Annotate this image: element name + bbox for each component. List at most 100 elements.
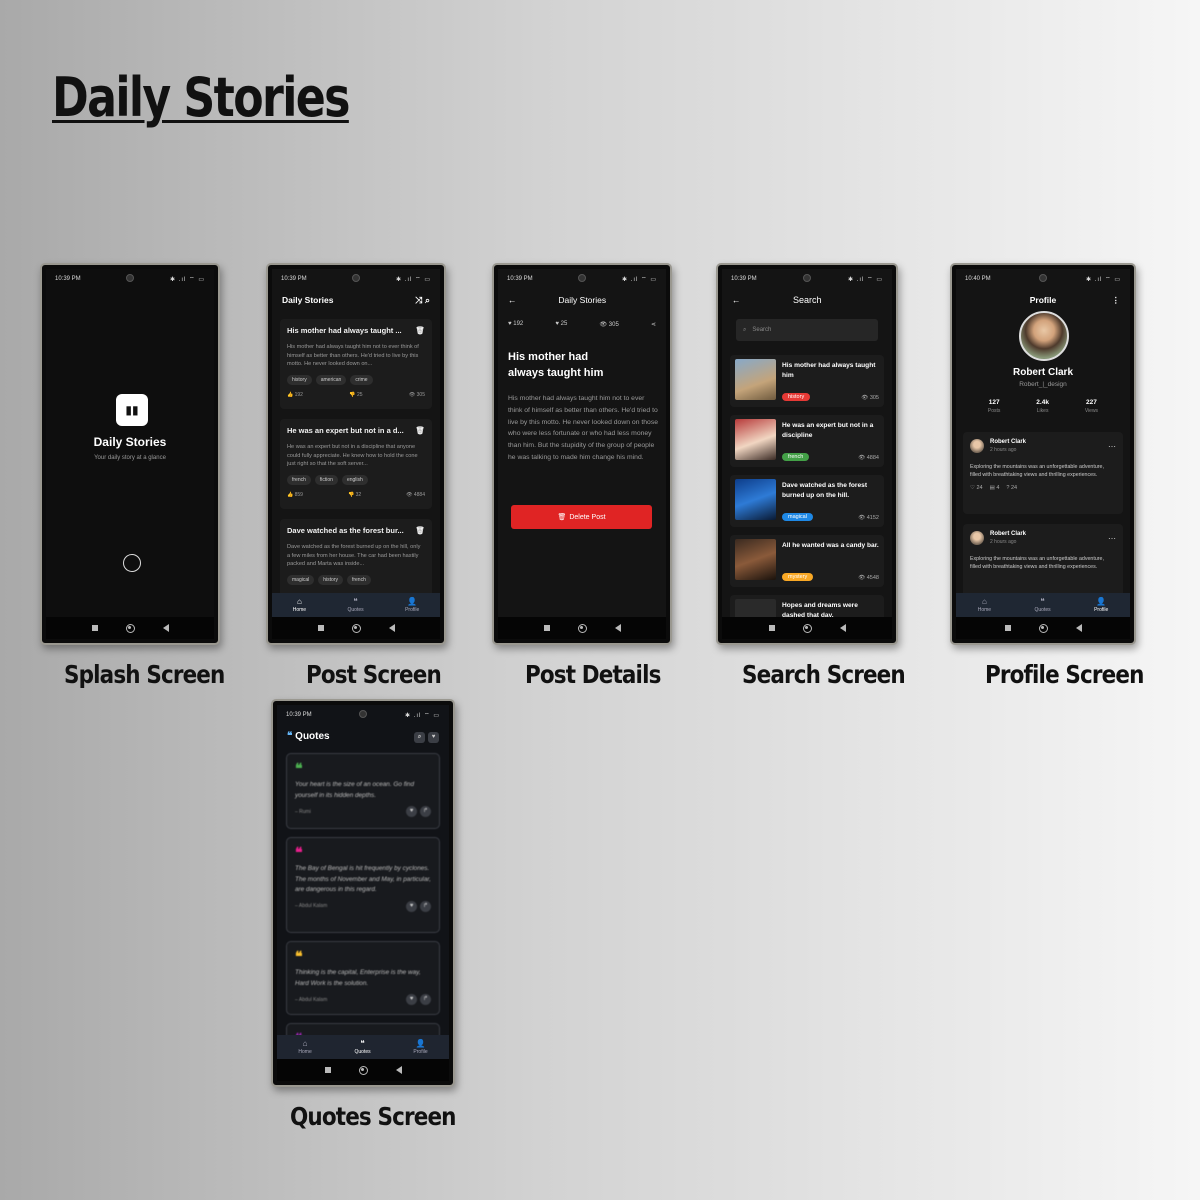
- heart-icon[interactable]: ♥: [406, 994, 417, 1005]
- delete-post-button[interactable]: 🗑 Delete Post: [511, 505, 652, 529]
- profile-post-card[interactable]: Robert Clark 2 hours ago ⋯ Exploring the …: [963, 432, 1123, 514]
- broken-heart-icon[interactable]: ♥: [555, 321, 559, 327]
- back-system-icon[interactable]: [162, 624, 169, 632]
- dislike-count: 32: [355, 491, 362, 498]
- avatar[interactable]: [1019, 311, 1069, 361]
- back-system-icon[interactable]: [395, 1066, 402, 1074]
- search-icon[interactable]: ⌕: [414, 731, 425, 743]
- tag-chip[interactable]: fiction: [314, 474, 338, 485]
- nav-quotes[interactable]: ❝ Quotes: [348, 597, 364, 613]
- tag-chip[interactable]: french: [287, 474, 311, 485]
- home-system-icon[interactable]: [802, 623, 812, 633]
- share-icon[interactable]: ?: [1006, 485, 1009, 491]
- thumbs-up-icon[interactable]: 👍: [287, 392, 293, 398]
- delete-icon[interactable]: 🗑: [415, 326, 425, 335]
- view-count: 👁 4152: [858, 515, 879, 521]
- caption-details: Post Details: [525, 660, 661, 689]
- tag-chip[interactable]: crime: [350, 374, 373, 385]
- favorite-icon[interactable]: ♥: [428, 731, 439, 743]
- thumbs-down-icon[interactable]: 👎: [349, 392, 355, 398]
- post-card[interactable]: Dave watched as the forest bur... 🗑 Dave …: [280, 519, 432, 599]
- delete-icon[interactable]: 🗑: [415, 526, 425, 535]
- heart-outline-icon[interactable]: ♡: [970, 485, 975, 491]
- quote-card[interactable]: ❝ The Bay of Bengal is hit frequently by…: [286, 837, 440, 933]
- post-card[interactable]: His mother had always taught ... 🗑 His mo…: [280, 319, 432, 409]
- heart-icon[interactable]: ♥: [508, 321, 512, 327]
- home-system-icon[interactable]: [351, 623, 361, 633]
- recents-icon[interactable]: [324, 1067, 331, 1073]
- nav-quotes[interactable]: ❝ Quotes: [355, 1039, 371, 1055]
- search-result[interactable]: All he wanted was a candy bar. mystery 👁…: [730, 535, 884, 587]
- search-phone: 10:39 PM ✱ .ıl ⌔ ▭ ← Search ⌕ Search His m…: [716, 263, 898, 645]
- tag-badge[interactable]: magical: [782, 513, 813, 521]
- post-card[interactable]: He was an expert but not in a d... 🗑 He w…: [280, 419, 432, 509]
- page-title: Daily Stories: [52, 66, 350, 129]
- more-horiz-icon[interactable]: ⋯: [1108, 442, 1116, 451]
- tag-badge[interactable]: french: [782, 453, 810, 461]
- profile-handle: Robert_|_design: [1019, 381, 1067, 388]
- nav-profile[interactable]: 👤 Profile: [1094, 597, 1108, 613]
- search-header: Search: [792, 295, 822, 305]
- more-vert-icon[interactable]: ⋮: [1112, 295, 1121, 306]
- tag-chip[interactable]: history: [287, 374, 312, 385]
- nav-home[interactable]: ⌂ Home: [293, 597, 306, 613]
- back-system-icon[interactable]: [614, 624, 621, 632]
- tag-chip[interactable]: american: [315, 374, 347, 385]
- splash-tagline: Your daily story at a glance: [94, 455, 166, 461]
- nav-profile[interactable]: 👤 Profile: [405, 597, 419, 613]
- share-icon[interactable]: ⋖: [651, 321, 656, 328]
- home-system-icon[interactable]: [577, 623, 587, 633]
- nav-quotes[interactable]: ❝ Quotes: [1035, 597, 1051, 613]
- recents-icon[interactable]: [1004, 625, 1011, 631]
- tag-chip[interactable]: french: [346, 574, 371, 585]
- back-system-icon[interactable]: [839, 624, 846, 632]
- search-icon[interactable]: ⌕: [425, 295, 430, 305]
- eye-icon: 👁: [858, 515, 866, 521]
- tag-chip[interactable]: english: [341, 474, 368, 485]
- shuffle-icon[interactable]: ⤨: [415, 295, 422, 305]
- back-arrow-icon[interactable]: ←: [732, 295, 741, 305]
- more-horiz-icon[interactable]: ⋯: [1108, 534, 1116, 543]
- quote-logo-icon: ❝: [287, 730, 293, 742]
- heart-icon[interactable]: ♥: [406, 900, 417, 912]
- back-arrow-icon[interactable]: ←: [508, 295, 517, 305]
- tag-badge[interactable]: mystery: [782, 573, 814, 581]
- caption-quotes: Quotes Screen: [290, 1102, 456, 1131]
- home-system-icon[interactable]: [1038, 623, 1048, 633]
- recents-icon[interactable]: [91, 625, 98, 631]
- quote-card[interactable]: ❝ Your heart is the size of an ocean. Go…: [286, 753, 440, 829]
- quote-card[interactable]: ❝ Thinking is the capital, Enterprise is…: [286, 941, 440, 1015]
- search-input[interactable]: ⌕ Search: [736, 319, 878, 341]
- nav-home[interactable]: ⌂ Home: [978, 597, 991, 613]
- nav-profile[interactable]: 👤 Profile: [413, 1039, 427, 1055]
- back-system-icon[interactable]: [388, 624, 395, 632]
- tag-badge[interactable]: history: [782, 393, 811, 401]
- share-icon[interactable]: ↱: [420, 994, 431, 1005]
- search-result[interactable]: He was an expert but not in a discipline…: [730, 415, 884, 467]
- back-system-icon[interactable]: [1075, 624, 1082, 632]
- post-text: Exploring the mountains was an unforgett…: [970, 556, 1104, 571]
- comment-icon[interactable]: ▤: [990, 485, 995, 491]
- home-system-icon[interactable]: [125, 623, 135, 633]
- quote-mark-icon: ❝: [295, 948, 303, 964]
- home-system-icon[interactable]: [358, 1065, 368, 1075]
- status-icons: ✱ .ıl ⌔ ▭: [395, 277, 431, 283]
- delete-icon[interactable]: 🗑: [415, 426, 425, 435]
- heart-icon[interactable]: ♥: [406, 806, 417, 817]
- share-icon[interactable]: ↱: [420, 806, 431, 817]
- result-title: His mother had always taught him: [782, 362, 876, 379]
- tag-chip[interactable]: magical: [287, 574, 315, 585]
- share-icon[interactable]: ↱: [420, 900, 431, 912]
- tag-chip[interactable]: history: [318, 574, 343, 585]
- eye-icon: 👁: [599, 322, 608, 328]
- thumbs-down-icon[interactable]: 👎: [348, 492, 354, 498]
- comment-count: 4: [996, 484, 1000, 491]
- thumbs-up-icon[interactable]: 👍: [287, 492, 293, 498]
- recents-icon[interactable]: [768, 625, 775, 631]
- recents-icon[interactable]: [543, 625, 550, 631]
- stat-views: 227 Views: [1085, 399, 1098, 414]
- nav-home[interactable]: ⌂ Home: [298, 1039, 311, 1055]
- recents-icon[interactable]: [317, 625, 324, 631]
- search-result[interactable]: Dave watched as the forest burned up on …: [730, 475, 884, 527]
- search-result[interactable]: His mother had always taught him history…: [730, 355, 884, 407]
